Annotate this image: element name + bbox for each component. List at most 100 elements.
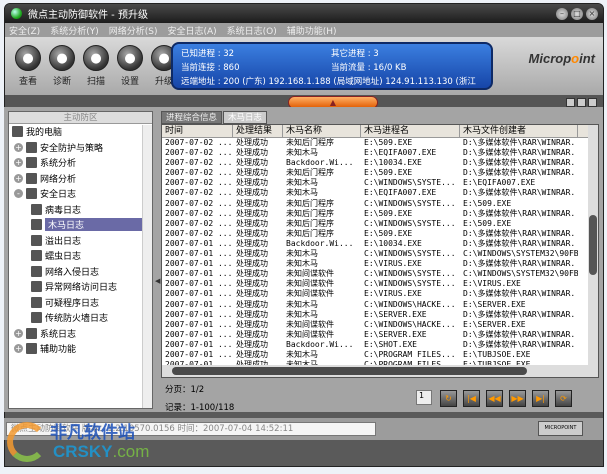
page-number-input[interactable]: 1	[416, 390, 432, 405]
tab-0[interactable]: 进程综合信息	[161, 111, 223, 124]
table-row[interactable]: 2007-07-01 ... 处理成功 未知木马 E:\VIRUS.EXE D:\多媒体…	[162, 259, 598, 269]
tree-item-label: 我的电脑	[26, 128, 63, 139]
prev-page-icon[interactable]: ◀◀	[486, 390, 503, 407]
expand-icon[interactable]: +	[14, 328, 23, 338]
tree-item[interactable]: + 辅助功能	[9, 341, 152, 357]
tree-item[interactable]: 木马日志	[9, 217, 152, 233]
last-page-icon[interactable]: ▶|	[532, 390, 549, 407]
table-cell: 未知间谍软件	[286, 289, 334, 299]
table-row[interactable]: 2007-07-01 ... 处理成功 未知木马 C:\WINDOWS\SYSTE..…	[162, 249, 598, 259]
table-row[interactable]: 2007-07-02 ... 处理成功 未知木马 E:\EQIFA007.EXE D:\…	[162, 148, 598, 158]
toolbar-button-magnifier[interactable]: ● 查看	[13, 45, 43, 87]
column-header[interactable]: 处理结果	[233, 125, 283, 137]
tree-item[interactable]: + 安全防护与策略	[9, 140, 152, 156]
tree-item[interactable]: + 系统日志	[9, 326, 152, 342]
tree-item[interactable]: 溢出日志	[9, 233, 152, 249]
minimize-button[interactable]: –	[556, 7, 568, 20]
table-cell: 处理成功	[236, 148, 268, 158]
table-row[interactable]: 2007-07-02 ... 处理成功 未知后门程序 E:\509.EXE D:\多媒体…	[162, 209, 598, 219]
collapse-left-arrow[interactable]: ◀	[155, 277, 160, 285]
pagination: 分页：1/2 记录：1-100/118 1 ↻ |◀ ◀◀ ▶▶ ▶| ⟳	[161, 381, 599, 413]
tree-item-label: 安全日志	[40, 190, 77, 201]
refresh-icon[interactable]: ⟳	[555, 390, 572, 407]
table-row[interactable]: 2007-07-01 ... 处理成功 未知间谍软件 C:\WINDOWS\SYSTE…	[162, 269, 598, 279]
table-cell: 处理成功	[236, 299, 268, 309]
micropoint-button[interactable]: MICROPOINT	[538, 421, 583, 436]
remote-address: 远端地址 : 200 (广东) 192.168.1.188 (局域网地址) 12…	[181, 77, 476, 87]
table-cell: 处理成功	[236, 138, 268, 147]
tree-item[interactable]: 蠕虫日志	[9, 248, 152, 264]
column-header[interactable]: 木马文件创建者	[460, 125, 578, 137]
table-row[interactable]: 2007-07-01 ... 处理成功 未知木马 E:\SERVER.EXE D:\多媒…	[162, 310, 598, 320]
magnifier-icon: ●	[15, 45, 41, 71]
table-cell: D:\多媒体软件\RAR\WINRAR.	[463, 138, 576, 147]
watermark-logo: 非凡软件站 CRSKY.com	[5, 414, 155, 469]
go-page-icon[interactable]: ↻	[440, 390, 457, 407]
table-row[interactable]: 2007-07-01 ... 处理成功 未知间谍软件 E:\SERVER.EXE D:\…	[162, 330, 598, 340]
tree-item[interactable]: 异常网络访问日志	[9, 279, 152, 295]
column-header[interactable]: 木马名称	[283, 125, 361, 137]
table-row[interactable]: 2007-07-02 ... 处理成功 未知后门程序 C:\WINDOWS\SYSTE…	[162, 219, 598, 229]
menu-item[interactable]: 系统日志(O)	[227, 24, 277, 37]
next-page-icon[interactable]: ▶▶	[509, 390, 526, 407]
menu-item[interactable]: 安全(Z)	[9, 24, 40, 37]
table-cell: 2007-07-01 ...	[165, 279, 233, 289]
tree-scrollbar[interactable]	[142, 125, 152, 408]
view-button-1[interactable]	[566, 98, 575, 107]
table-row[interactable]: 2007-07-01 ... 处理成功 Backdoor.Wi... E:\10034…	[162, 239, 598, 249]
table-row[interactable]: 2007-07-02 ... 处理成功 未知后门程序 C:\WINDOWS\SYSTE…	[162, 199, 598, 209]
close-button[interactable]: ×	[586, 7, 598, 20]
table-row[interactable]: 2007-07-02 ... 处理成功 未知木马 C:\WINDOWS\SYSTE..…	[162, 178, 598, 188]
table-row[interactable]: 2007-07-02 ... 处理成功 未知后门程序 E:\509.EXE D:\多媒体…	[162, 168, 598, 178]
table-cell: 未知后门程序	[286, 198, 334, 208]
tree-item[interactable]: 我的电脑	[9, 124, 152, 140]
menu-item[interactable]: 网络分析(S)	[109, 24, 158, 37]
table-cell: 处理成功	[236, 228, 268, 238]
table-row[interactable]: 2007-07-01 ... 处理成功 未知木马 C:\WINDOWS\HACKE..…	[162, 300, 598, 310]
tree-item[interactable]: + 系统分析	[9, 155, 152, 171]
toolbar-button-heart[interactable]: ● 诊断	[47, 45, 77, 87]
table-row[interactable]: 2007-07-01 ... 处理成功 未知间谍软件 C:\WINDOWS\SYSTE…	[162, 279, 598, 289]
table-row[interactable]: 2007-07-01 ... 处理成功 未知间谍软件 E:\VIRUS.EXE D:\多…	[162, 289, 598, 299]
tree-item[interactable]: - 安全日志	[9, 186, 152, 202]
view-button-3[interactable]	[588, 98, 597, 107]
table-row[interactable]: 2007-07-01 ...处理成功 未知木马 C:\PROGRAM FILES..…	[162, 350, 598, 360]
tree-item-icon	[26, 172, 37, 184]
table-row[interactable]: 2007-07-02 ... 处理成功 未知木马 E:\EQIFA007.EXE D:\…	[162, 188, 598, 198]
table-row[interactable]: 2007-07-02 ... 处理成功 Backdoor.Wi... E:\10034…	[162, 158, 598, 168]
expand-icon[interactable]: +	[14, 173, 23, 183]
menu-item[interactable]: 辅助功能(H)	[287, 24, 337, 37]
horizontal-scrollbar[interactable]	[162, 365, 598, 377]
tree-item[interactable]: 病毒日志	[9, 202, 152, 218]
column-header[interactable]: 木马进程名	[361, 125, 460, 137]
tab-1[interactable]: 木马日志	[223, 111, 268, 124]
toolbar-button-settings[interactable]: ● 设置	[115, 45, 145, 87]
collapse-icon[interactable]: -	[14, 189, 23, 199]
table-cell: 2007-07-01 ...	[165, 238, 233, 248]
vertical-scrollbar[interactable]	[588, 125, 598, 365]
maximize-button[interactable]: □	[571, 7, 583, 20]
tree-item-label: 木马日志	[45, 218, 152, 232]
column-header[interactable]: 时间	[162, 125, 233, 137]
expand-icon[interactable]: +	[14, 142, 23, 152]
toolbar-button-scan[interactable]: ● 扫描	[81, 45, 111, 87]
tree-item[interactable]: 网络入侵日志	[9, 264, 152, 280]
table-row[interactable]: 2007-07-01 ... 处理成功 未知间谍软件 C:\WINDOWS\HACKE…	[162, 320, 598, 330]
expand-icon[interactable]: +	[14, 158, 23, 168]
table-row[interactable]: 2007-07-01 ... 处理成功 Backdoor.Wi... E:\SHOT.…	[162, 340, 598, 350]
table-cell: 2007-07-02 ...	[165, 188, 233, 198]
expand-icon[interactable]: +	[14, 344, 23, 354]
table-row[interactable]: 2007-07-02 ... 处理成功 未知后门程序 E:\509.EXE D:\多媒体…	[162, 229, 598, 239]
view-button-2[interactable]	[577, 98, 586, 107]
menu-item[interactable]: 系统分析(Y)	[50, 24, 99, 37]
menu-item[interactable]: 安全日志(A)	[167, 24, 216, 37]
tree-item[interactable]: 可疑程序日志	[9, 295, 152, 311]
table-cell: E:\EQIFA007.EXE	[364, 188, 437, 198]
table-cell: 处理成功	[236, 168, 268, 178]
first-page-icon[interactable]: |◀	[463, 390, 480, 407]
tree-item[interactable]: 传统防火墙日志	[9, 310, 152, 326]
table-cell: C:\WINDOWS\HACKE...	[364, 299, 456, 309]
table-row[interactable]: 2007-07-02 ... 处理成功 未知后门程序 E:\509.EXE D:\多媒体…	[162, 138, 598, 148]
tree-item[interactable]: + 网络分析	[9, 171, 152, 187]
table-cell: 处理成功	[236, 218, 268, 228]
